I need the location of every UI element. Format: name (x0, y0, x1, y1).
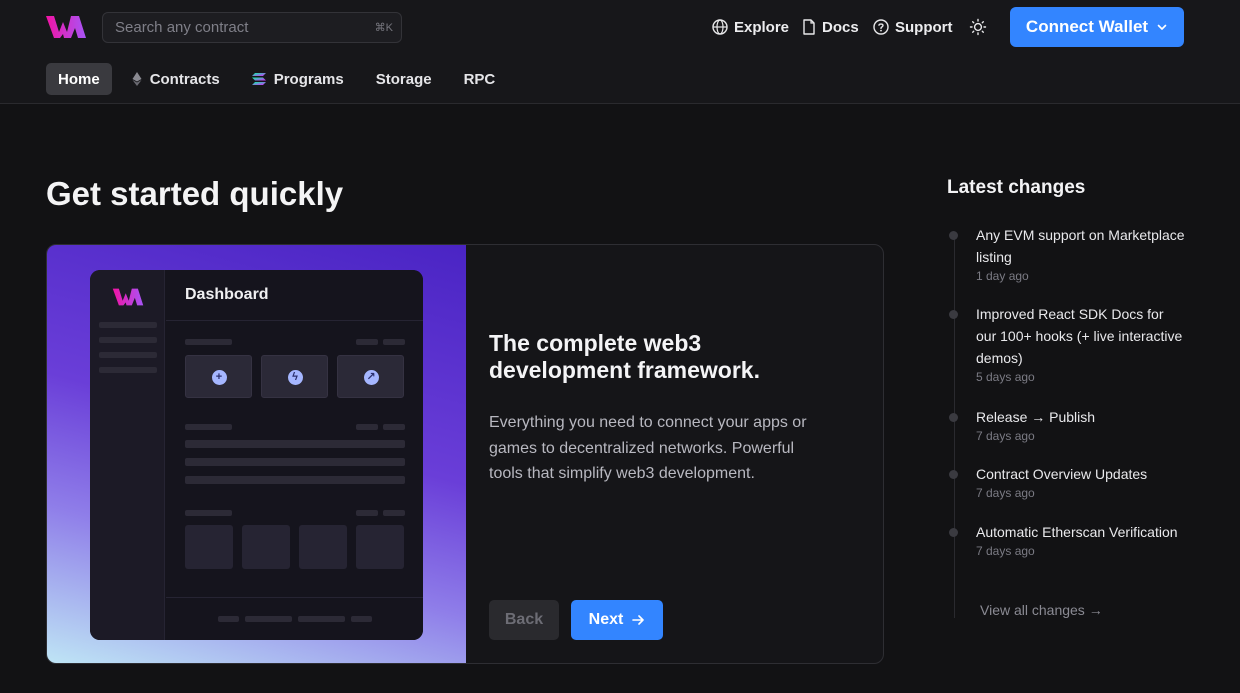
back-label: Back (504, 611, 544, 628)
view-all-changes-link[interactable]: View all changes → (980, 602, 1103, 618)
mockup-title: Dashboard (185, 286, 269, 303)
get-started-card: Dashboard + ϟ ↗ The complete web3 develo… (46, 244, 884, 664)
nav-contracts-label: Contracts (149, 70, 220, 88)
ethereum-icon (132, 72, 142, 86)
timeline-dot (949, 231, 958, 240)
mockup-bolt-tile: ϟ (261, 355, 328, 398)
nav-item-programs[interactable]: Programs (240, 63, 356, 95)
solana-icon (251, 73, 266, 85)
change-text: Release → Publish (976, 409, 1096, 425)
plus-icon: + (211, 369, 227, 385)
change-text: Contract Overview Updates (976, 466, 1148, 482)
bolt-icon: ϟ (287, 369, 303, 385)
promo-illustration: Dashboard + ϟ ↗ (47, 245, 466, 663)
help-circle-icon (873, 19, 889, 35)
support-label: Support (895, 18, 953, 36)
mockup-main: Dashboard + ϟ ↗ (166, 270, 423, 640)
promo-text: The complete web3 development framework.… (489, 330, 849, 487)
search-shortcut: ⌘K (374, 22, 393, 34)
docs-label: Docs (822, 18, 859, 36)
timeline-dot (949, 310, 958, 319)
nav-home-label: Home (58, 70, 100, 88)
change-time: 7 days ago (976, 486, 1035, 500)
change-text: Any EVM support on Marketplace listing (976, 227, 1185, 265)
promo-heading: The complete web3 development framework. (489, 330, 760, 383)
mockup-logo-icon (112, 288, 144, 306)
change-time: 7 days ago (976, 544, 1035, 558)
change-item[interactable]: Contract Overview Updates 7 days ago (949, 463, 1186, 500)
change-text: Automatic Etherscan Verification (976, 524, 1178, 540)
changes-timeline (954, 232, 955, 618)
docs-link[interactable]: Docs (802, 17, 859, 37)
support-link[interactable]: Support (873, 17, 953, 37)
nav-item-contracts[interactable]: Contracts (120, 63, 232, 95)
change-item[interactable]: Any EVM support on Marketplace listing 1… (949, 224, 1186, 283)
explore-label: Explore (734, 18, 790, 36)
dashboard-mockup: Dashboard + ϟ ↗ (90, 270, 423, 640)
search-input[interactable] (103, 13, 401, 42)
mockup-add-tile: + (185, 355, 252, 398)
promo-description: Everything you need to connect your apps… (489, 414, 807, 482)
timeline-dot (949, 528, 958, 537)
change-time: 1 day ago (976, 269, 1029, 283)
connect-wallet-button[interactable]: Connect Wallet (1010, 7, 1184, 47)
logo-icon[interactable] (45, 14, 87, 40)
mockup-arrow-tile: ↗ (337, 355, 404, 398)
globe-icon (712, 19, 728, 35)
arrow-right-icon (632, 615, 645, 625)
change-time: 7 days ago (976, 429, 1035, 443)
timeline-dot (949, 470, 958, 479)
connect-wallet-label: Connect Wallet (1025, 17, 1149, 36)
chevron-down-icon (1157, 24, 1167, 30)
main-nav: Home Contracts Programs Storage RPC (46, 63, 515, 95)
arrow-up-right-icon: ↗ (363, 369, 379, 385)
change-item[interactable]: Automatic Etherscan Verification 7 days … (949, 521, 1186, 558)
search-box[interactable]: ⌘K (102, 12, 402, 43)
nav-programs-label: Programs (273, 70, 344, 88)
back-button[interactable]: Back (489, 600, 559, 640)
change-item[interactable]: Release → Publish 7 days ago (949, 406, 1186, 443)
change-item[interactable]: Improved React SDK Docs for our 100+ hoo… (949, 303, 1186, 384)
latest-changes-title: Latest changes (947, 177, 1086, 198)
page-title: Get started quickly (46, 175, 344, 212)
document-icon (803, 19, 815, 35)
change-time: 5 days ago (976, 370, 1035, 384)
change-text: Improved React SDK Docs for our 100+ hoo… (976, 306, 1183, 366)
timeline-dot (949, 413, 958, 422)
nav-item-home[interactable]: Home (46, 63, 112, 95)
mockup-sidebar (90, 270, 165, 640)
nav-item-storage[interactable]: Storage (364, 63, 444, 95)
theme-toggle-button[interactable] (967, 16, 989, 38)
sun-icon (969, 18, 987, 36)
nav-storage-label: Storage (375, 70, 432, 88)
next-label: Next (588, 611, 624, 628)
top-header: ⌘K Explore Docs Support Connect Wallet H… (0, 0, 1240, 104)
nav-item-rpc[interactable]: RPC (452, 63, 508, 95)
nav-rpc-label: RPC (463, 70, 496, 88)
explore-link[interactable]: Explore (712, 17, 789, 37)
next-button[interactable]: Next (571, 600, 663, 640)
